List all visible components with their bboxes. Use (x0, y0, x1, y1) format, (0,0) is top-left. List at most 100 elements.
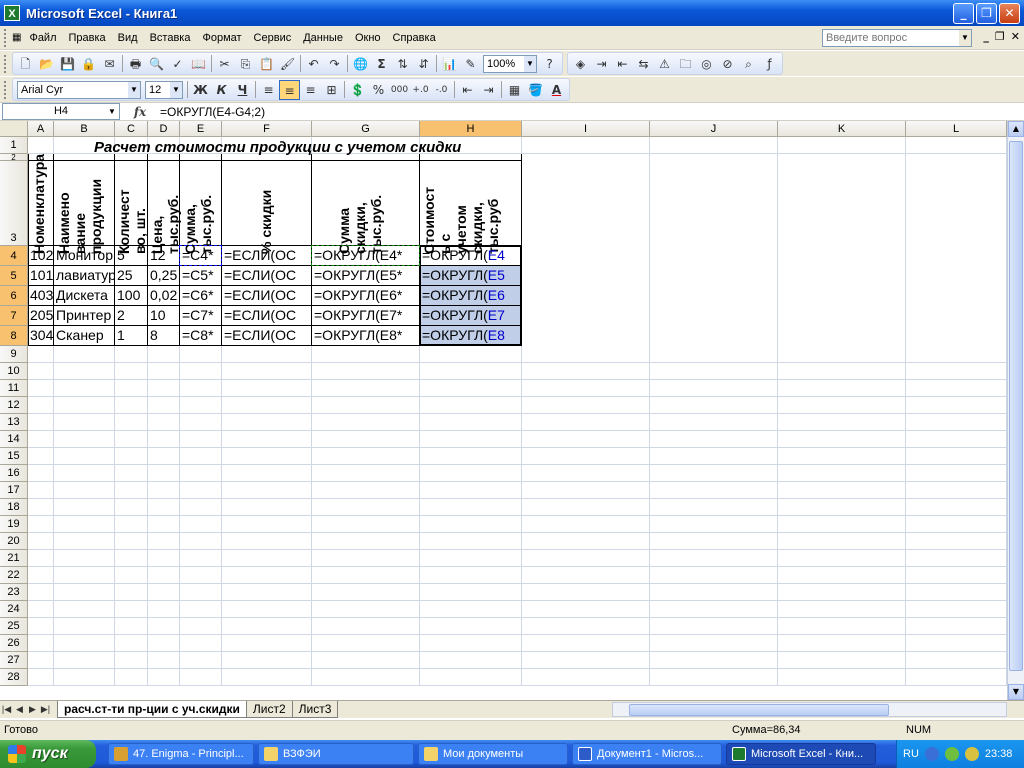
row-header-23[interactable]: 23 (0, 584, 28, 601)
redo-icon[interactable]: ↷ (324, 54, 345, 74)
row-header-5[interactable]: 5 (0, 266, 28, 286)
paste-icon[interactable]: 📋 (256, 54, 277, 74)
doc-icon[interactable]: ▦ (12, 32, 21, 43)
col-header-g[interactable]: G (312, 121, 420, 137)
cell-d4[interactable]: 12 (148, 246, 179, 265)
new-comment-icon[interactable]: 🗀 (675, 54, 696, 74)
horizontal-scrollbar[interactable] (612, 702, 1007, 717)
size-dropdown-arrow[interactable]: ▼ (170, 81, 182, 98)
cell-d5[interactable]: 0,25 (148, 266, 179, 285)
doc-restore-button[interactable]: ❐ (995, 30, 1005, 43)
row-header-20[interactable]: 20 (0, 533, 28, 550)
decrease-decimal-icon[interactable]: -.0 (431, 80, 452, 100)
col-header-f[interactable]: F (222, 121, 312, 137)
row-header-12[interactable]: 12 (0, 397, 28, 414)
cell-a5[interactable]: 101 (28, 266, 53, 285)
menu-grip[interactable] (4, 28, 8, 47)
align-center-icon[interactable]: ≡ (279, 79, 300, 100)
cell-d8[interactable]: 8 (148, 326, 179, 345)
col-header-c[interactable]: C (115, 121, 148, 137)
ask-question-input[interactable]: Введите вопрос ▼ (822, 29, 972, 47)
row-header-1[interactable]: 1 (0, 137, 28, 154)
menu-help[interactable]: Справка (387, 28, 442, 48)
menu-data[interactable]: Данные (297, 28, 349, 48)
cell-h6[interactable]: =ОКРУГЛ(Е6 (420, 286, 521, 305)
header-discount-pct[interactable]: % скидки (258, 168, 274, 254)
clear-circles-icon[interactable]: ⊘ (717, 54, 738, 74)
permission-icon[interactable]: 🔒 (78, 54, 99, 74)
ask-dropdown-arrow[interactable]: ▼ (959, 30, 971, 46)
row-header-6[interactable]: 6 (0, 286, 28, 306)
row-header-13[interactable]: 13 (0, 414, 28, 431)
task-excel[interactable]: Microsoft Excel - Кни... (726, 743, 876, 765)
bold-button[interactable]: Ж (190, 80, 211, 100)
sort-desc-icon[interactable]: ⇵ (413, 54, 434, 74)
cell-a6[interactable]: 403 (28, 286, 53, 305)
research-icon[interactable]: 📖 (188, 54, 209, 74)
header-sum[interactable]: Сумма, тыс.руб. (182, 168, 214, 254)
col-header-e[interactable]: E (180, 121, 222, 137)
language-indicator[interactable]: RU (903, 748, 919, 760)
cell-d6[interactable]: 0,02 (148, 286, 179, 305)
chart-wizard-icon[interactable]: 📊 (439, 54, 460, 74)
cell-f4[interactable]: =ЕСЛИ(ОС (222, 246, 311, 265)
header-discount-sum[interactable]: Сумма скидки, тыс.руб. (336, 168, 384, 254)
excel-app-icon[interactable]: X (4, 5, 20, 21)
trace-dependents-icon[interactable]: ⇤ (612, 54, 633, 74)
tray-network-icon[interactable] (944, 747, 959, 761)
audit-icon[interactable]: ◈ (570, 54, 591, 74)
cell-a7[interactable]: 205 (28, 306, 53, 325)
cell-a8[interactable]: 304 (28, 326, 53, 345)
font-color-icon[interactable]: A (546, 80, 567, 100)
format-painter-icon[interactable]: 🖌 (277, 54, 298, 74)
trace-error-icon[interactable]: ⚠ (654, 54, 675, 74)
percent-button[interactable]: % (368, 80, 389, 100)
row-header-17[interactable]: 17 (0, 482, 28, 499)
drawing-icon[interactable]: ✎ (460, 54, 481, 74)
cell-g6[interactable]: =ОКРУГЛ(Е6* (312, 286, 419, 305)
cell-a4[interactable]: 102 (28, 246, 53, 265)
cut-icon[interactable]: ✂ (214, 54, 235, 74)
close-button[interactable]: ✕ (999, 3, 1020, 24)
cell-g8[interactable]: =ОКРУГЛ(Е8* (312, 326, 419, 345)
select-all-corner[interactable] (0, 121, 28, 137)
col-header-i[interactable]: I (522, 121, 650, 137)
cell-b8[interactable]: Сканер (54, 326, 114, 345)
tray-arrow-icon[interactable] (924, 747, 939, 761)
col-header-h[interactable]: H (420, 121, 522, 137)
font-size-combo[interactable]: 12 ▼ (145, 80, 183, 99)
cell-e7[interactable]: =C7* (180, 306, 221, 325)
cell-b6[interactable]: Дискета (54, 286, 114, 305)
row-header-16[interactable]: 16 (0, 465, 28, 482)
name-box[interactable]: H4 ▼ (2, 103, 120, 120)
cell-c7[interactable]: 2 (115, 306, 147, 325)
hyperlink-icon[interactable]: 🌐 (350, 54, 371, 74)
increase-decimal-icon[interactable]: +.0 (410, 80, 431, 100)
cell-h5[interactable]: =ОКРУГЛ(Е5 (420, 266, 521, 285)
col-header-a[interactable]: A (28, 121, 54, 137)
toolbar-grip[interactable] (4, 54, 8, 73)
circle-invalid-icon[interactable]: ◎ (696, 54, 717, 74)
new-icon[interactable]: 🗋 (15, 54, 36, 74)
remove-arrows-icon[interactable]: ⇆ (633, 54, 654, 74)
spelling-icon[interactable]: ✓ (167, 54, 188, 74)
menu-format[interactable]: Формат (196, 28, 247, 48)
cell-b5[interactable]: лавиатур (54, 266, 114, 285)
row-header-24[interactable]: 24 (0, 601, 28, 618)
merge-center-icon[interactable]: ⊞ (321, 80, 342, 100)
row-header-18[interactable]: 18 (0, 499, 28, 516)
menu-view[interactable]: Вид (112, 28, 144, 48)
fill-color-icon[interactable]: 🪣 (525, 80, 546, 100)
row-header-27[interactable]: 27 (0, 652, 28, 669)
toolbar-grip-2[interactable] (4, 80, 8, 99)
cell-h4[interactable]: =ОКРУГЛ(Е4 (420, 246, 521, 265)
email-icon[interactable]: ✉ (99, 54, 120, 74)
font-dropdown-arrow[interactable]: ▼ (128, 81, 140, 98)
name-box-dropdown-arrow[interactable]: ▼ (105, 104, 119, 119)
watch-window-icon[interactable]: ⌕ (738, 54, 759, 74)
cell-c8[interactable]: 1 (115, 326, 147, 345)
vertical-scroll-thumb[interactable] (1009, 141, 1023, 671)
col-header-l[interactable]: L (906, 121, 1007, 137)
task-vzfei[interactable]: ВЗФЭИ (258, 743, 414, 765)
row-header-15[interactable]: 15 (0, 448, 28, 465)
